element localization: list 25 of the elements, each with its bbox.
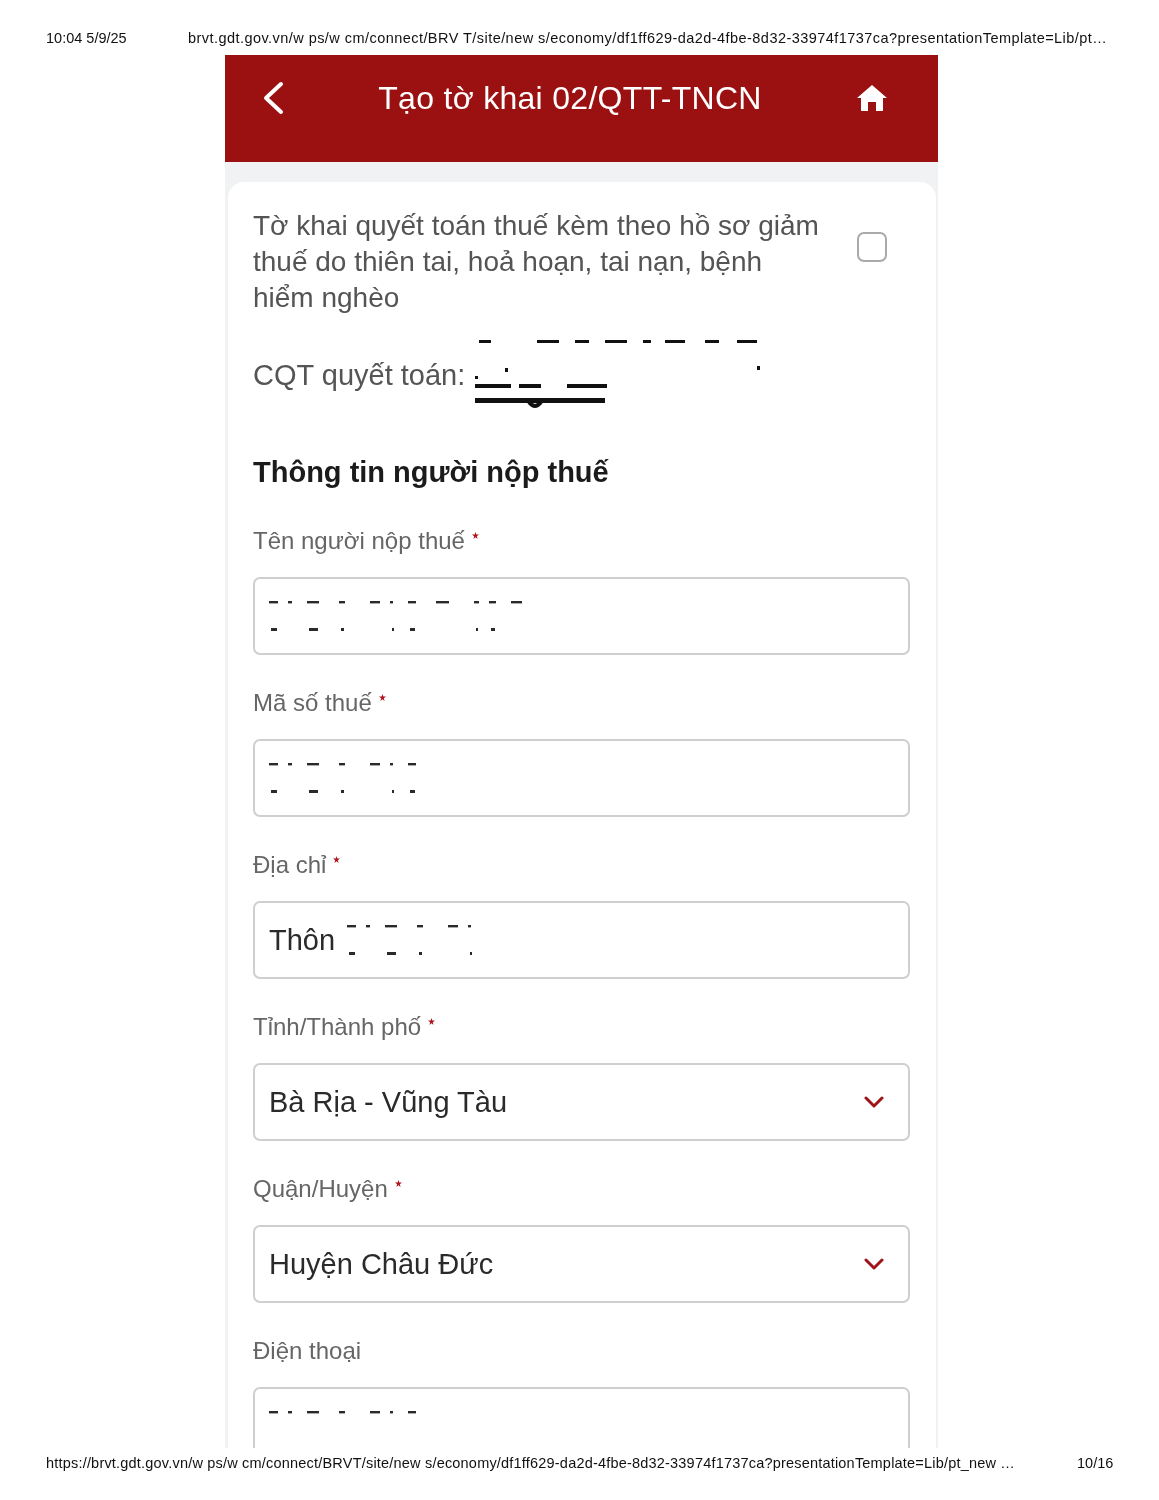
page-url: https://brvt.gdt.gov.vn/w ps/w cm/connect/BRVT/site/new s/economy/df1ff629-da2d-4fbe-8d32-33974f1737ca?presentationTemplate=Lib/pt_new …: [46, 1455, 1017, 1472]
field-label: Quận/Huyện: [253, 1174, 388, 1204]
field-label: Tỉnh/Thành phố: [253, 1012, 422, 1042]
option-text: Tờ khai quyết toán thuế kèm theo hồ sơ giảm thuế do thiên tai, hoả hoạn, tai nạn, bệnh hiểm nghèo: [253, 209, 820, 315]
field-label: Mã số thuế: [253, 688, 372, 718]
field-label: Điện thoại: [253, 1336, 362, 1366]
home-icon[interactable]: [856, 84, 888, 112]
field-label: Tên người nộp thuế: [253, 526, 465, 556]
chevron-down-icon: [864, 1258, 884, 1270]
dropdown[interactable]: Huyện Châu Đức: [253, 1225, 910, 1303]
text-input-field[interactable]: [253, 577, 910, 655]
section-heading: Thông tin người nộp thuế: [253, 455, 610, 489]
screen-title: Tạo tờ khai 02/QTT-TNCN: [377, 81, 763, 115]
page-url: brvt.gdt.gov.vn/w ps/w cm/connect/BRV T/site/new s/economy/df1ff629-da2d-4fbe-8d32-33974f1737ca?presentationTemplate=Lib/pt…: [188, 30, 1108, 47]
checkbox[interactable]: [857, 232, 887, 262]
text-input-field[interactable]: Thôn: [253, 901, 910, 979]
chevron-down-icon: [864, 1096, 884, 1108]
field-label: Địa chỉ: [253, 850, 327, 880]
field-label: CQT quyết toán:: [253, 358, 466, 392]
back-icon[interactable]: [262, 81, 284, 115]
text-input-field[interactable]: [253, 1387, 910, 1448]
text-input-field[interactable]: [253, 739, 910, 817]
page-number: 10/16: [1077, 1455, 1114, 1472]
dropdown[interactable]: Bà Rịa - Vũng Tàu: [253, 1063, 910, 1141]
print-date: 10:04 5/9/25: [46, 30, 128, 47]
